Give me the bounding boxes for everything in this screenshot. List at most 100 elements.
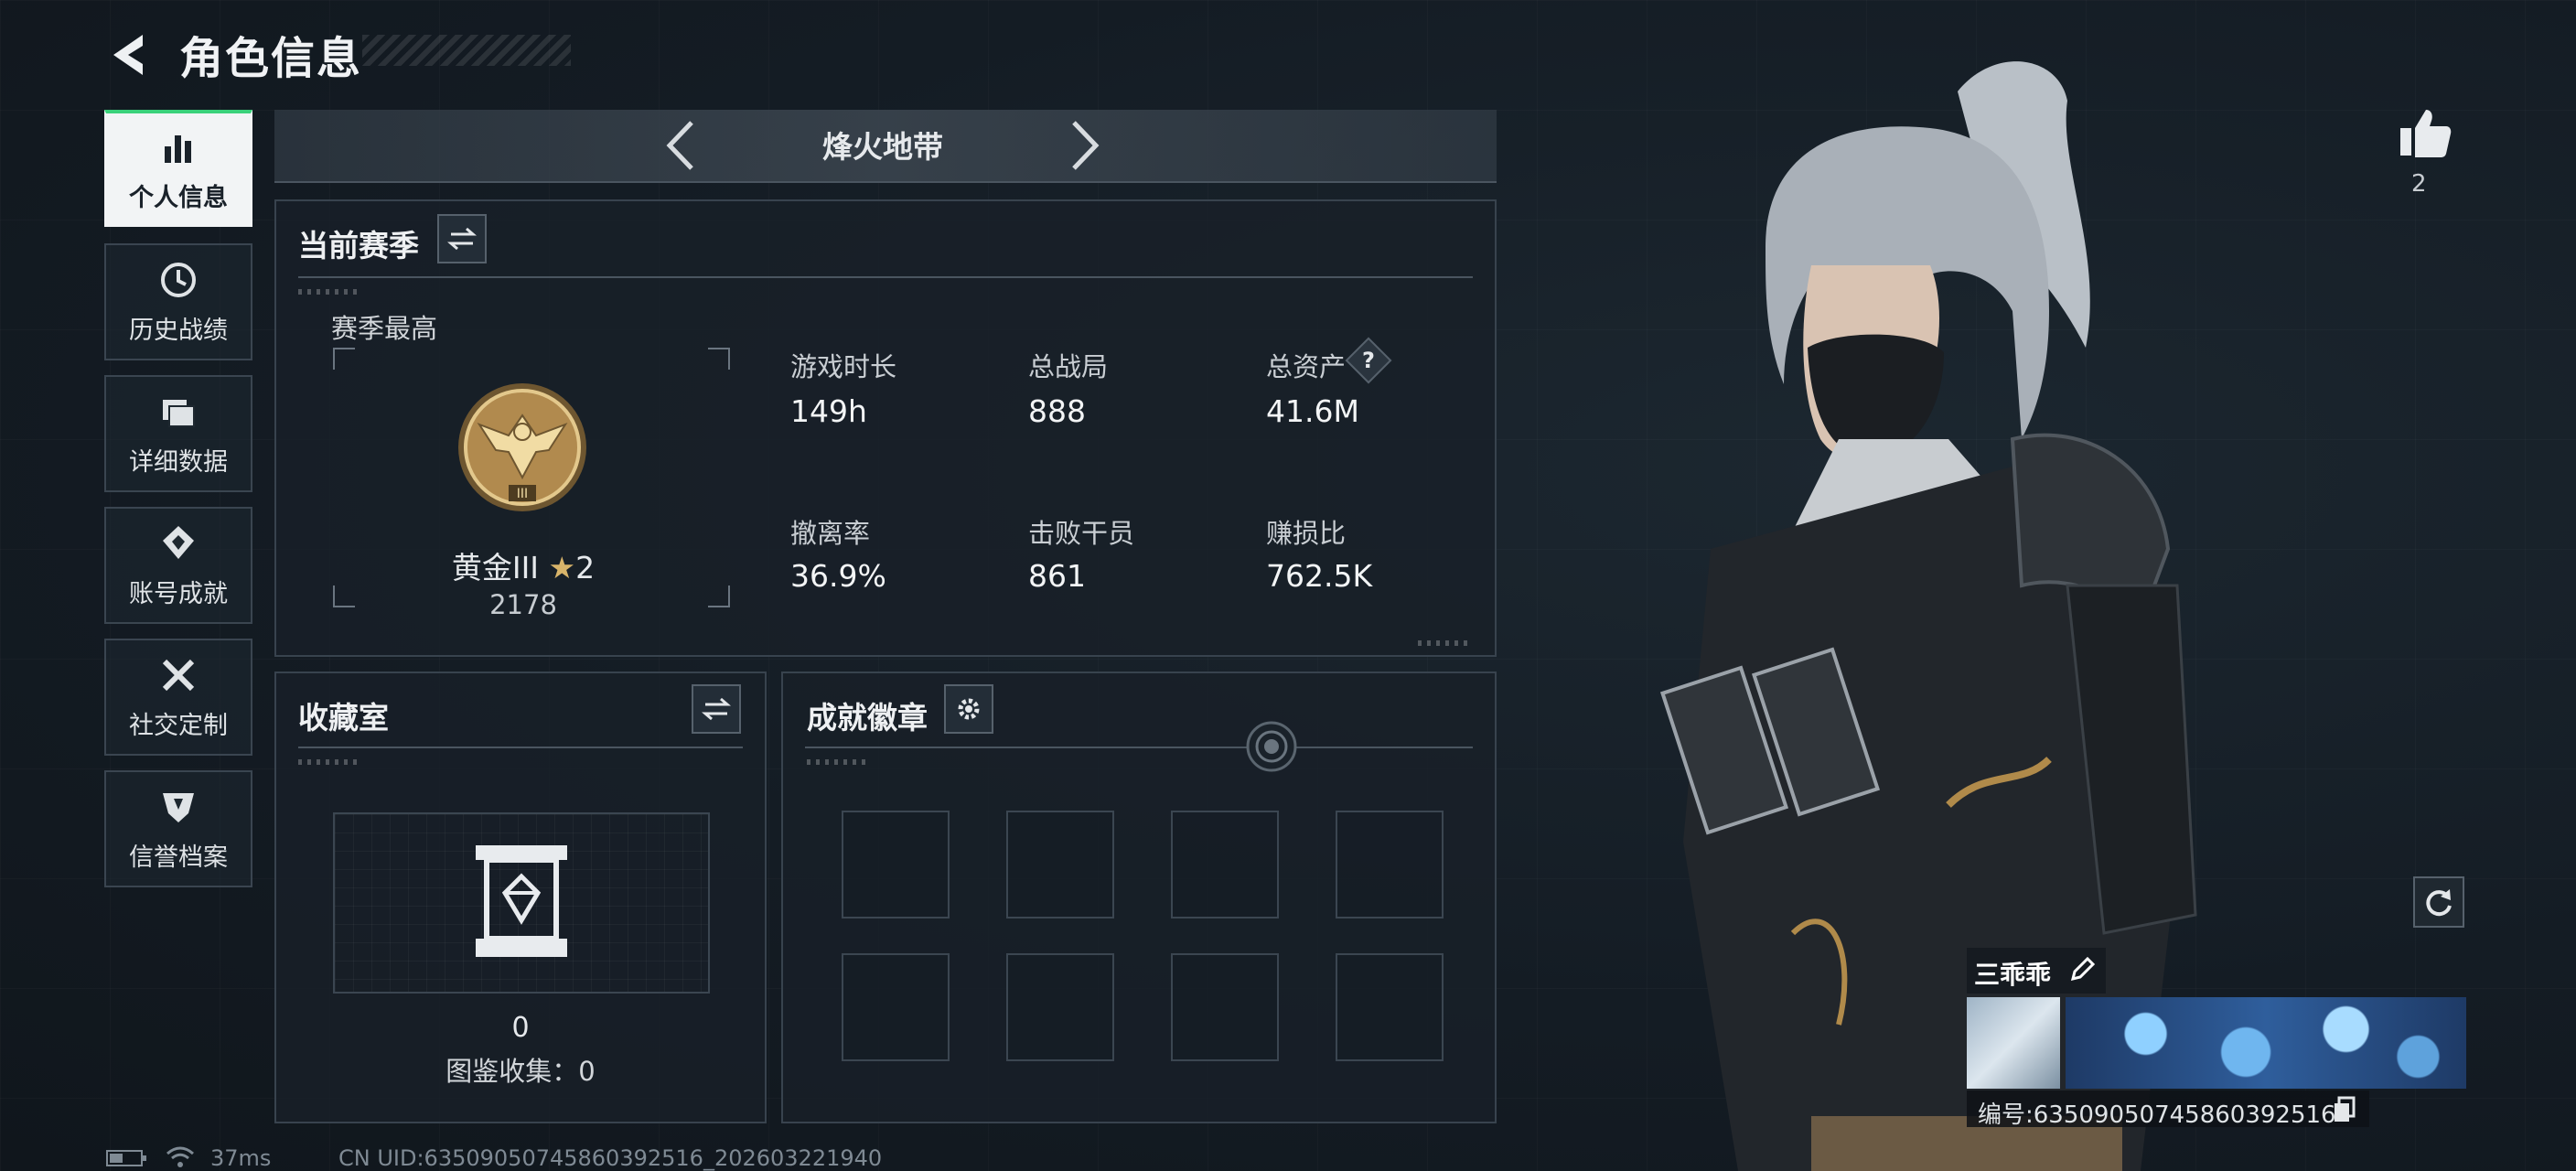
badge-slot[interactable] bbox=[842, 953, 950, 1061]
season-switch-button[interactable] bbox=[437, 214, 487, 263]
like-count: 2 bbox=[2411, 170, 2427, 198]
collection-panel: 收藏室 0 图鉴收集：0 bbox=[274, 671, 767, 1123]
mode-next-button[interactable] bbox=[1065, 115, 1105, 176]
sidebar-item-social-custom[interactable]: 社交定制 bbox=[104, 639, 252, 756]
sidebar-item-detailed-data[interactable]: 详细数据 bbox=[104, 375, 252, 492]
sidebar-item-history[interactable]: 历史战绩 bbox=[104, 243, 252, 360]
season-title: 当前赛季 bbox=[298, 228, 419, 263]
rank-stars: 2 bbox=[575, 550, 596, 586]
footer-uid: CN UID:63509050745860392516_202603221940 bbox=[338, 1145, 883, 1171]
decoration bbox=[1418, 640, 1473, 646]
sidebar-item-label: 信誉档案 bbox=[129, 843, 228, 872]
folder-icon bbox=[163, 399, 195, 427]
chevron-left-icon bbox=[666, 121, 693, 170]
mode-prev-button[interactable] bbox=[660, 115, 701, 176]
title-decoration bbox=[362, 35, 571, 66]
achievements-title: 成就徽章 bbox=[807, 700, 928, 736]
stat-label: 游戏时长 bbox=[790, 351, 897, 382]
achievements-settings-button[interactable] bbox=[944, 684, 993, 734]
badge-slot[interactable] bbox=[1171, 811, 1279, 919]
svg-text:III: III bbox=[517, 487, 528, 501]
battery-icon bbox=[106, 1150, 146, 1166]
page-title: 角色信息 bbox=[179, 33, 363, 84]
back-arrow-icon bbox=[113, 35, 143, 75]
name-card-banner[interactable] bbox=[2066, 997, 2466, 1089]
badge-slot[interactable] bbox=[1006, 953, 1114, 1061]
season-best-label: 赛季最高 bbox=[331, 313, 438, 344]
achievements-panel: 成就徽章 bbox=[781, 671, 1497, 1123]
stat-value: 762.5K bbox=[1266, 558, 1373, 594]
divider bbox=[298, 276, 1473, 278]
sidebar-item-label: 社交定制 bbox=[129, 711, 228, 740]
sidebar-item-credit-record[interactable]: 信誉档案 bbox=[104, 770, 252, 887]
copy-icon bbox=[2334, 1096, 2356, 1122]
decoration bbox=[807, 759, 871, 765]
stat-label: 击败干员 bbox=[1028, 518, 1135, 549]
frame-corner bbox=[708, 348, 730, 370]
badge-slot[interactable] bbox=[1006, 811, 1114, 919]
sidebar-item-label: 详细数据 bbox=[129, 447, 228, 477]
gear-icon bbox=[958, 698, 980, 720]
copy-uid-button[interactable] bbox=[2331, 1096, 2356, 1123]
frame-corner bbox=[333, 586, 355, 607]
rank-info: 黄金III ★2 bbox=[395, 543, 651, 587]
sidebar-item-personal-info[interactable]: 个人信息 bbox=[104, 110, 252, 227]
decoration bbox=[298, 289, 362, 295]
bar-chart-icon bbox=[165, 134, 191, 163]
stat-label: 赚损比 bbox=[1266, 518, 1347, 549]
sidebar-item-achievements[interactable]: 账号成就 bbox=[104, 507, 252, 624]
refresh-icon bbox=[2426, 889, 2452, 917]
collection-count: 0 bbox=[511, 1012, 530, 1044]
rank-emblem-icon: III bbox=[458, 383, 586, 511]
rank-name: 黄金III bbox=[451, 550, 540, 586]
thumbs-up-icon bbox=[2400, 110, 2452, 157]
swap-icon bbox=[447, 227, 477, 251]
frame-corner bbox=[333, 348, 355, 370]
stat-value: 41.6M bbox=[1266, 393, 1359, 429]
wifi-icon bbox=[166, 1146, 194, 1167]
badge-slot[interactable] bbox=[1336, 811, 1444, 919]
player-name: 三乖乖 bbox=[1974, 960, 2052, 990]
help-icon: ? bbox=[1362, 348, 1375, 373]
tools-icon bbox=[162, 659, 195, 691]
shield-icon bbox=[163, 792, 194, 822]
avatar[interactable] bbox=[1967, 997, 2060, 1089]
frame-corner bbox=[708, 586, 730, 607]
ping-text: 37ms bbox=[210, 1145, 272, 1171]
sidebar-item-label: 历史战绩 bbox=[129, 316, 228, 345]
swap-icon bbox=[702, 697, 731, 721]
decoration bbox=[298, 759, 362, 765]
mode-label: 烽火地带 bbox=[822, 129, 943, 165]
display-case-icon bbox=[476, 845, 567, 957]
chevron-right-icon bbox=[1072, 121, 1100, 170]
rank-points: 2178 bbox=[489, 589, 557, 620]
stat-value: 149h bbox=[790, 393, 867, 429]
like-button[interactable] bbox=[2393, 101, 2457, 165]
achievement-icon bbox=[163, 525, 194, 559]
stat-label: 总资产 bbox=[1266, 351, 1347, 382]
sidebar-item-label: 账号成就 bbox=[129, 579, 228, 608]
badge-slot[interactable] bbox=[1171, 953, 1279, 1061]
pencil-icon bbox=[2070, 956, 2096, 982]
star-icon: ★ bbox=[548, 550, 576, 586]
codex-label: 图鉴收集：0 bbox=[445, 1056, 596, 1087]
stat-value: 888 bbox=[1028, 393, 1086, 429]
back-button[interactable] bbox=[102, 27, 157, 82]
player-uid: 编号:63509050745860392516 bbox=[1978, 1101, 2336, 1129]
badge-slot[interactable] bbox=[842, 811, 950, 919]
stat-value: 36.9% bbox=[790, 558, 886, 594]
collection-title: 收藏室 bbox=[298, 700, 389, 736]
edit-name-button[interactable] bbox=[2067, 955, 2097, 984]
collection-switch-button[interactable] bbox=[692, 684, 741, 734]
sidebar-item-label: 个人信息 bbox=[129, 183, 228, 212]
rotate-button[interactable] bbox=[2413, 876, 2464, 928]
stat-label: 总战局 bbox=[1028, 351, 1109, 382]
target-icon bbox=[1246, 721, 1297, 772]
divider bbox=[298, 747, 743, 748]
stat-label: 撤离率 bbox=[790, 518, 871, 549]
badge-slot[interactable] bbox=[1336, 953, 1444, 1061]
history-icon bbox=[161, 262, 196, 297]
divider bbox=[805, 747, 1473, 748]
stat-value: 861 bbox=[1028, 558, 1086, 594]
season-panel: 当前赛季 赛季最高 III 黄金III ★2 2178 游戏时长 149h 总战… bbox=[274, 199, 1497, 657]
